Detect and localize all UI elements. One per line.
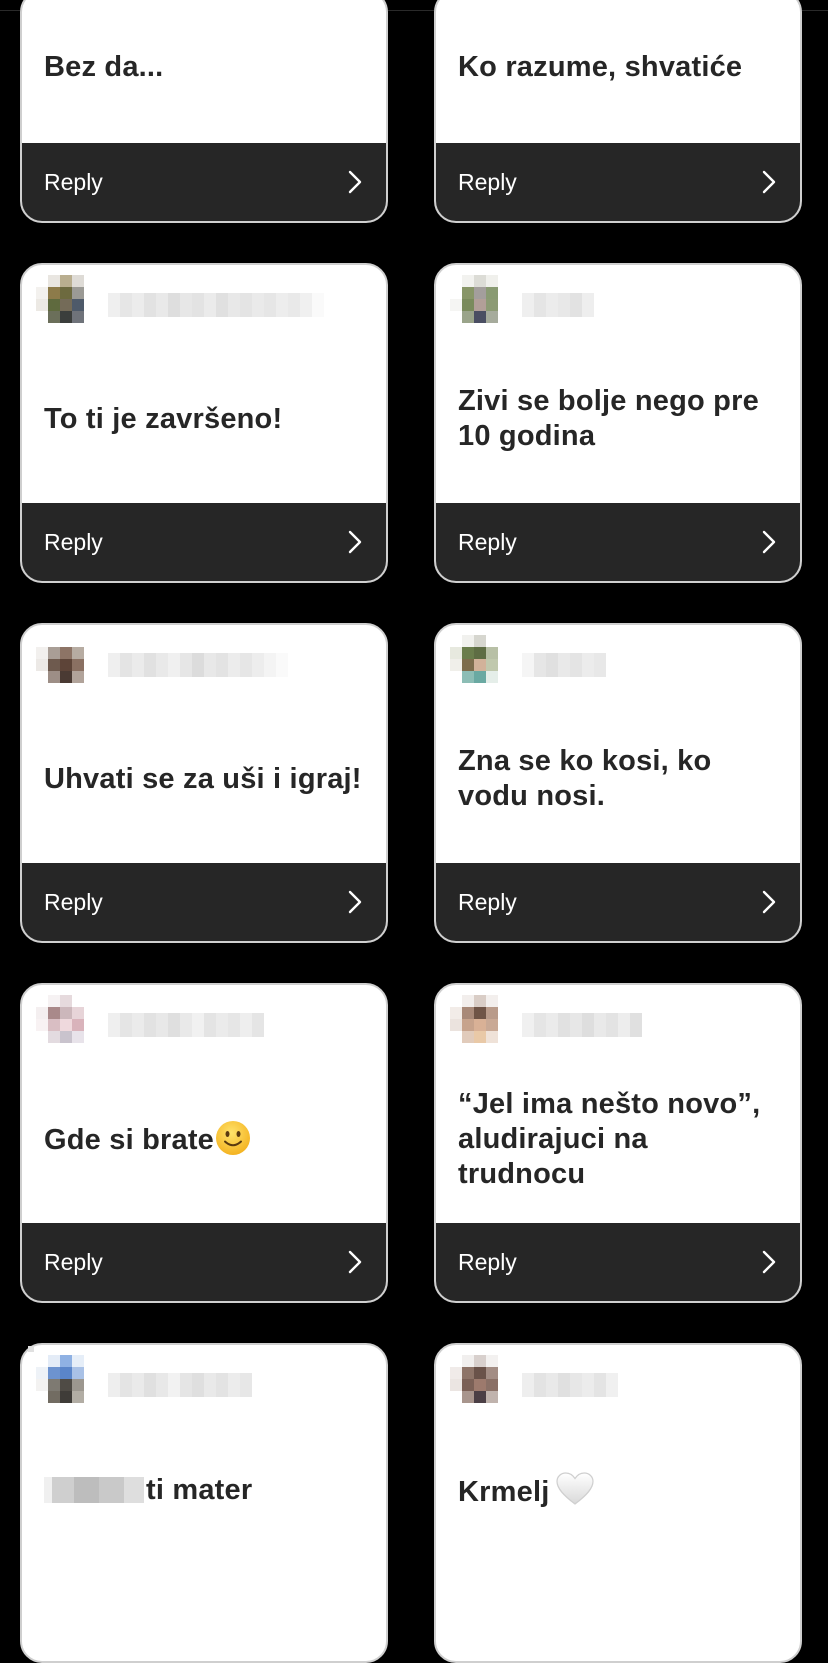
avatar (36, 275, 96, 335)
redacted-username (108, 1373, 252, 1397)
question-card[interactable]: “Jel ima nešto novo”, aludirajuci na tru… (434, 983, 802, 1303)
avatar (450, 275, 510, 335)
reply-button[interactable]: Reply (22, 503, 386, 581)
reply-button[interactable]: Reply (22, 863, 386, 941)
card-header (450, 1355, 618, 1415)
chevron-right-icon (762, 1250, 776, 1274)
scroll-indicator (28, 1346, 34, 1352)
avatar (36, 995, 96, 1055)
chevron-right-icon (762, 890, 776, 914)
chevron-right-icon (348, 1250, 362, 1274)
reply-button[interactable]: Reply (22, 143, 386, 221)
reply-label: Reply (458, 888, 517, 915)
card-message: Bez da... (44, 51, 164, 83)
card-message: Krmelj (458, 1435, 782, 1545)
chevron-right-icon (348, 170, 362, 194)
reply-button[interactable]: Reply (436, 503, 800, 581)
redacted-username (522, 1013, 642, 1037)
redacted-word (44, 1476, 144, 1503)
redacted-username (108, 653, 288, 677)
question-card[interactable]: Gde si brate Reply (20, 983, 388, 1303)
reply-label: Reply (44, 1248, 103, 1275)
card-header (36, 635, 288, 695)
card-message: Uhvati se za uši i igraj! (44, 762, 362, 795)
card-message: Gde si brate (44, 1055, 368, 1223)
question-card[interactable]: Zna se ko kosi, ko vodu nosi. Reply (434, 623, 802, 943)
reply-label: Reply (44, 528, 103, 555)
question-card[interactable]: Krmelj (434, 1343, 802, 1663)
redacted-username (108, 1013, 264, 1037)
question-card[interactable]: Bez da... Reply (20, 0, 388, 223)
reply-label: Reply (458, 168, 517, 195)
chevron-right-icon (762, 170, 776, 194)
reply-button[interactable]: Reply (436, 143, 800, 221)
reply-button[interactable]: Reply (436, 1223, 800, 1301)
question-card[interactable]: Zivi se bolje nego pre 10 godina Reply (434, 263, 802, 583)
card-header (36, 995, 264, 1055)
card-header (36, 1355, 252, 1415)
card-message: “Jel ima nešto novo”, aludirajuci na tru… (458, 1087, 761, 1190)
reply-label: Reply (44, 168, 103, 195)
card-message: Ko razume, shvatiće (458, 51, 743, 83)
card-message: ti mater (44, 1435, 368, 1545)
card-header (450, 635, 606, 695)
avatar (36, 635, 96, 695)
question-card[interactable]: ti mater (20, 1343, 388, 1663)
redacted-username (108, 293, 324, 317)
card-message: Zna se ko kosi, ko vodu nosi. (458, 745, 712, 812)
redacted-username (522, 653, 606, 677)
card-header (36, 275, 324, 335)
slightly-smiling-face-icon (215, 1120, 251, 1156)
avatar (450, 635, 510, 695)
card-message: To ti je završeno! (44, 402, 283, 435)
avatar (36, 1355, 96, 1415)
white-heart-icon (555, 1471, 595, 1507)
reply-label: Reply (458, 528, 517, 555)
redacted-username (522, 1373, 618, 1397)
reply-button[interactable]: Reply (22, 1223, 386, 1301)
reply-label: Reply (44, 888, 103, 915)
card-header (450, 275, 594, 335)
avatar (450, 1355, 510, 1415)
avatar (450, 995, 510, 1055)
chevron-right-icon (348, 890, 362, 914)
chevron-right-icon (762, 530, 776, 554)
question-card[interactable]: Uhvati se za uši i igraj! Reply (20, 623, 388, 943)
reply-button[interactable]: Reply (436, 863, 800, 941)
redacted-username (522, 293, 594, 317)
chevron-right-icon (348, 530, 362, 554)
question-card[interactable]: To ti je završeno! Reply (20, 263, 388, 583)
reply-label: Reply (458, 1248, 517, 1275)
card-message: Zivi se bolje nego pre 10 godina (458, 385, 759, 452)
card-header (450, 995, 642, 1055)
question-card[interactable]: Ko razume, shvatiće Reply (434, 0, 802, 223)
